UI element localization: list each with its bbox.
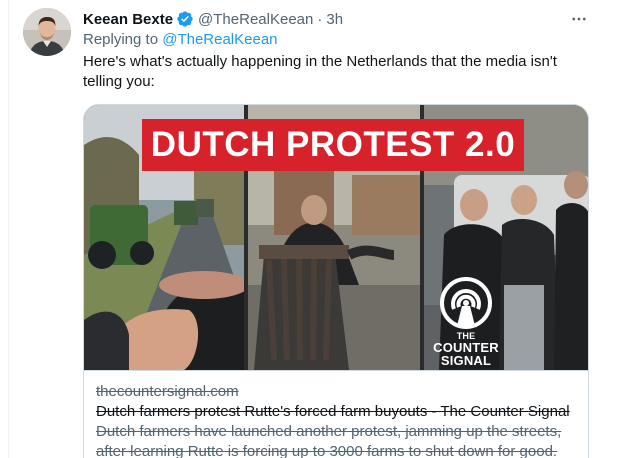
card-title: Dutch farmers protest Rutte's forced far… xyxy=(96,403,570,420)
counter-signal-logo: THE COUNTER SIGNAL xyxy=(430,276,502,367)
separator-dot: · xyxy=(317,10,323,28)
replying-to-label: Replying to xyxy=(83,31,159,48)
card-description-line-2: after learning Rutte is forcing up to 30… xyxy=(96,443,558,458)
more-icon xyxy=(572,17,586,21)
timestamp[interactable]: 3h xyxy=(326,11,343,28)
card-headline-banner: DUTCH PROTEST 2.0 xyxy=(142,119,524,171)
tweet-text: Here's what's actually happening in the … xyxy=(83,53,557,90)
card-description-line-1: Dutch farmers have launched another prot… xyxy=(96,423,562,440)
timeline-border xyxy=(8,0,9,458)
logo-line-signal: SIGNAL xyxy=(440,353,492,368)
signal-logo-icon xyxy=(440,277,492,329)
link-card[interactable]: DUTCH PROTEST 2.0 THE COUNTER SIGNAL the… xyxy=(83,104,589,458)
display-name[interactable]: Keean Bexte xyxy=(83,11,173,28)
replying-to: Replying to @TheRealKeean xyxy=(83,31,278,48)
avatar[interactable] xyxy=(23,8,71,56)
card-domain: thecountersignal.com xyxy=(96,383,239,400)
more-options-button[interactable] xyxy=(567,9,591,29)
verified-badge-icon xyxy=(176,10,194,28)
replying-to-handle-link[interactable]: @TheRealKeean xyxy=(162,31,277,48)
handle[interactable]: @TheRealKeean xyxy=(198,11,313,28)
card-info[interactable]: thecountersignal.com Dutch farmers prote… xyxy=(84,370,588,458)
tweet-header: Keean Bexte @TheRealKeean · 3h xyxy=(83,9,343,29)
card-image[interactable]: DUTCH PROTEST 2.0 THE COUNTER SIGNAL xyxy=(84,105,588,370)
